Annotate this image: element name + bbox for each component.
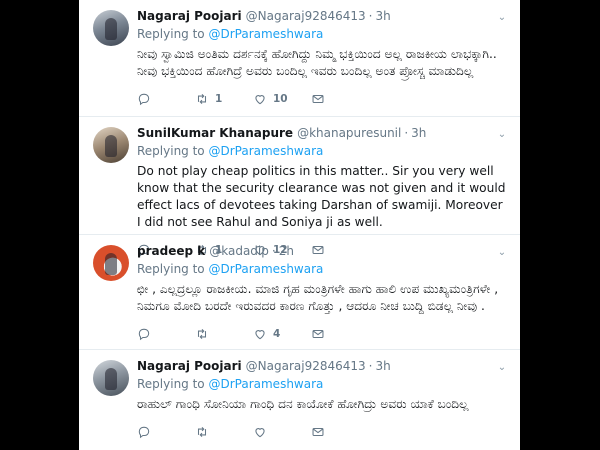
envelope-icon: [312, 427, 324, 437]
chevron-down-icon[interactable]: ⌄: [496, 12, 508, 24]
screenshot-page: ⌄ Nagaraj Poojari @Nagaraj92846413 · 3h …: [0, 0, 600, 450]
timestamp[interactable]: 3h: [376, 358, 391, 374]
reply-icon: [138, 328, 150, 341]
replying-to: Replying to @DrParameshwara: [137, 375, 510, 393]
retweet-icon: [197, 93, 207, 105]
tweet-item[interactable]: ⌄ pradeep k @kadadip · 2h Replying to @D…: [79, 235, 520, 350]
tweet-text: ರಾಹುಲ್ ಗಾಂಧಿ ಸೋನಿಯಾ ಗಾಂಧಿ ದನ ಕಾಯೋಕೆ ಹೋಗಿ…: [137, 397, 469, 411]
replying-to-link[interactable]: @DrParameshwara: [208, 27, 323, 41]
tweet-text: ಛೀ , ಎಲ್ಲದ್ರಲ್ಲೂ ರಾಜಕೀಯ. ಮಾಜಿ ಗೃಹ ಮಂತ್ರಿ…: [137, 282, 499, 313]
tweet-item[interactable]: ⌄ Nagaraj Poojari @Nagaraj92846413 · 3h …: [79, 350, 520, 450]
envelope-icon: [312, 94, 324, 104]
message-button[interactable]: [311, 92, 369, 106]
avatar[interactable]: [93, 360, 129, 396]
timestamp[interactable]: 2h: [279, 243, 294, 259]
separator-dot: ·: [404, 126, 409, 140]
like-count: 10: [273, 93, 288, 105]
tweet-header: pradeep k @kadadip · 2h: [137, 243, 510, 259]
user-avatar-icon: [105, 18, 117, 40]
user-handle[interactable]: @kadadip: [209, 243, 269, 259]
retweet-count: 1: [215, 93, 223, 105]
message-button[interactable]: [311, 327, 369, 341]
like-button[interactable]: [253, 425, 311, 439]
like-button[interactable]: 10: [253, 92, 311, 106]
tweet-text: Do not play cheap politics in this matte…: [137, 164, 506, 229]
reply-button[interactable]: [137, 425, 195, 439]
reply-button[interactable]: [137, 327, 195, 341]
display-name[interactable]: SunilKumar Khanapure: [137, 125, 293, 141]
avatar[interactable]: [93, 127, 129, 163]
like-button[interactable]: 4: [253, 327, 311, 341]
user-avatar-icon: [105, 368, 117, 390]
user-handle[interactable]: @Nagaraj92846413: [246, 358, 366, 374]
separator-dot: ·: [368, 9, 373, 23]
display-name[interactable]: Nagaraj Poojari: [137, 8, 242, 24]
user-avatar-icon: [105, 253, 117, 275]
display-name[interactable]: Nagaraj Poojari: [137, 358, 242, 374]
separator-dot: ·: [271, 244, 276, 258]
reply-icon: [138, 93, 150, 106]
tweet-text: ನೀವು ಸ್ವಾಮಿಜಿ ಅಂತಿಮ ದರ್ಶನಕ್ಕೆ ಹೋಗಿದ್ದು ನ…: [137, 47, 497, 78]
replying-prefix: Replying to: [137, 377, 205, 391]
reply-icon: [138, 426, 150, 439]
reply-button[interactable]: [137, 92, 195, 106]
avatar[interactable]: [93, 245, 129, 281]
tweet-actions: 4: [137, 321, 510, 347]
replying-to-link[interactable]: @DrParameshwara: [208, 377, 323, 391]
separator-dot: ·: [368, 359, 373, 373]
user-handle[interactable]: @Nagaraj92846413: [246, 8, 366, 24]
user-avatar-icon: [105, 135, 117, 157]
retweet-button[interactable]: [195, 327, 253, 341]
user-handle[interactable]: @khanapuresunil: [297, 125, 401, 141]
heart-icon: [255, 428, 265, 438]
tweet-header: SunilKumar Khanapure @khanapuresunil · 3…: [137, 125, 510, 141]
retweet-button[interactable]: 1: [195, 92, 253, 106]
display-name[interactable]: pradeep k: [137, 243, 205, 259]
message-button[interactable]: [311, 425, 369, 439]
timestamp[interactable]: 3h: [411, 125, 426, 141]
chevron-down-icon[interactable]: ⌄: [496, 362, 508, 374]
heart-icon: [255, 95, 265, 105]
tweet-header: Nagaraj Poojari @Nagaraj92846413 · 3h: [137, 8, 510, 24]
retweet-icon: [197, 426, 207, 438]
chevron-down-icon[interactable]: ⌄: [496, 247, 508, 259]
tweet-item[interactable]: ⌄ SunilKumar Khanapure @khanapuresunil ·…: [79, 117, 520, 257]
replying-prefix: Replying to: [137, 144, 205, 158]
tweet-header: Nagaraj Poojari @Nagaraj92846413 · 3h: [137, 358, 510, 374]
replying-to: Replying to @DrParameshwara: [137, 142, 510, 160]
replying-prefix: Replying to: [137, 27, 205, 41]
replying-to: Replying to @DrParameshwara: [137, 25, 510, 43]
heart-icon: [255, 330, 265, 340]
timestamp[interactable]: 3h: [376, 8, 391, 24]
replying-to: Replying to @DrParameshwara: [137, 260, 510, 278]
tweet-item[interactable]: ⌄ Nagaraj Poojari @Nagaraj92846413 · 3h …: [79, 0, 520, 117]
tweet-actions: 1 10: [137, 86, 510, 112]
tweet-actions: [137, 419, 510, 445]
reply-feed: ⌄ Nagaraj Poojari @Nagaraj92846413 · 3h …: [79, 0, 520, 450]
chevron-down-icon[interactable]: ⌄: [496, 129, 508, 141]
replying-prefix: Replying to: [137, 262, 205, 276]
avatar[interactable]: [93, 10, 129, 46]
replying-to-link[interactable]: @DrParameshwara: [208, 262, 323, 276]
envelope-icon: [312, 329, 324, 339]
replying-to-link[interactable]: @DrParameshwara: [208, 144, 323, 158]
retweet-icon: [197, 328, 207, 340]
like-count: 4: [273, 328, 281, 340]
retweet-button[interactable]: [195, 425, 253, 439]
